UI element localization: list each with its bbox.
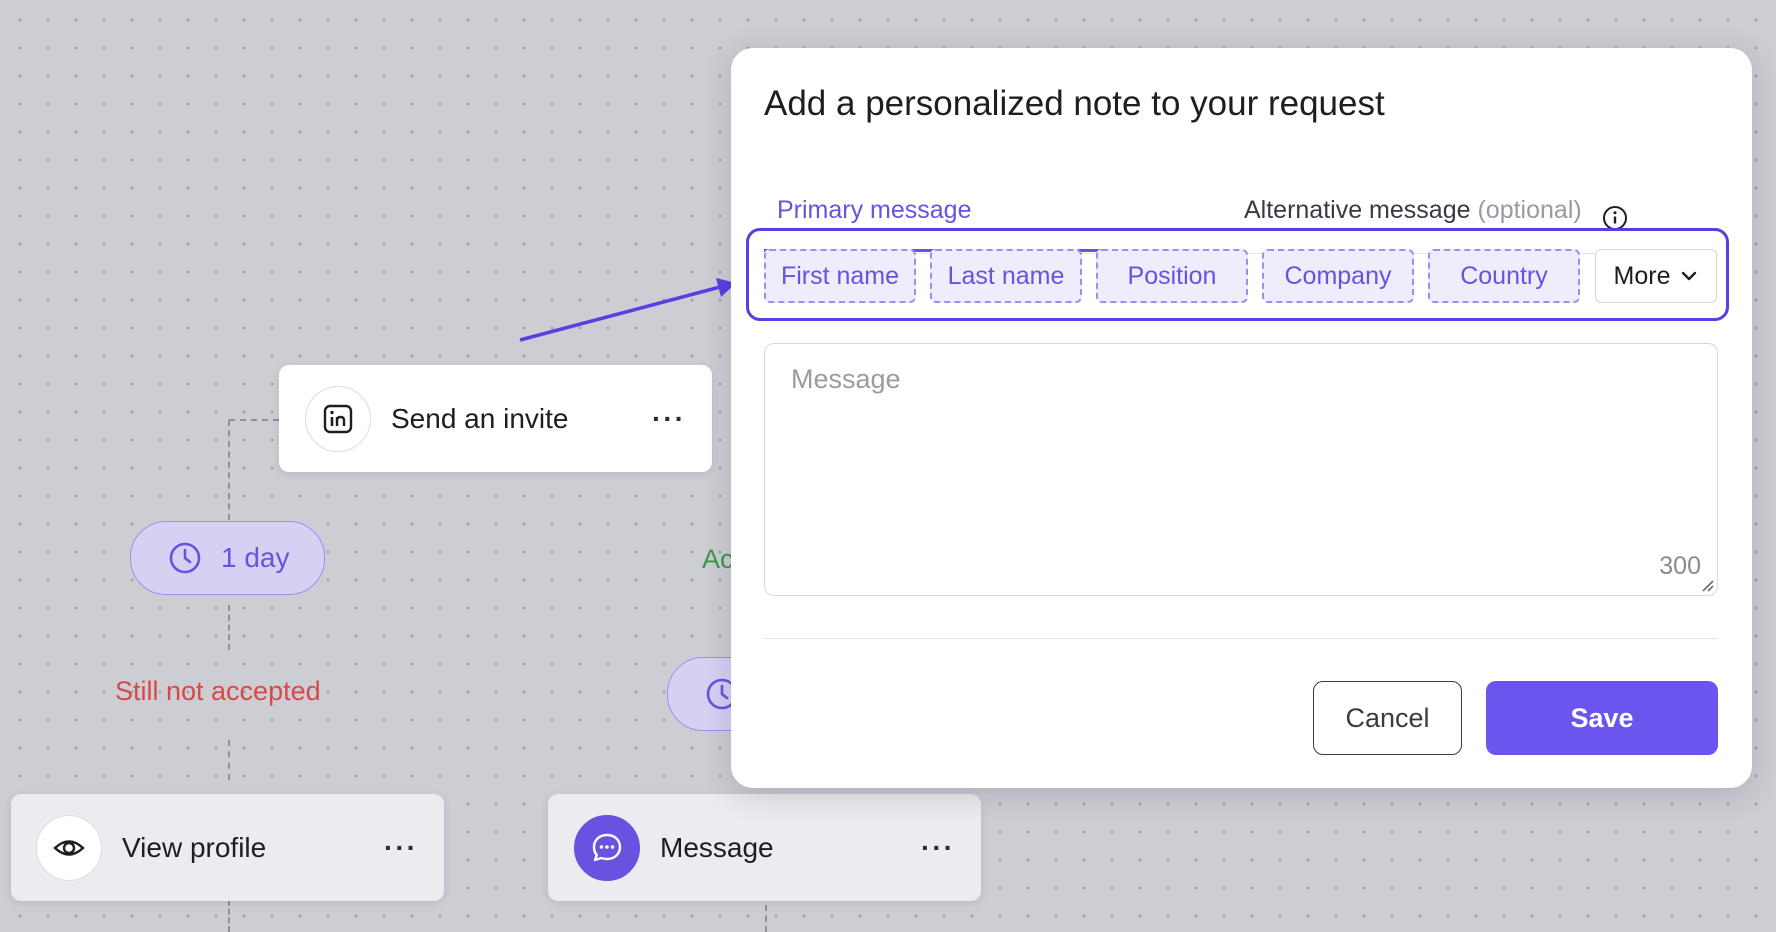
tab-alternative-optional: (optional) xyxy=(1477,196,1582,224)
tab-alternative-label: Alternative message xyxy=(1244,196,1471,224)
character-counter: 300 xyxy=(1659,552,1701,580)
variable-chips-bar: First name Last name Position Company Co… xyxy=(746,228,1729,321)
clock-icon xyxy=(169,542,201,574)
message-placeholder: Message xyxy=(791,364,901,394)
modal-title: Add a personalized note to your request xyxy=(764,84,1385,123)
more-label: More xyxy=(1613,261,1671,290)
connector xyxy=(229,419,279,421)
variable-chip-country[interactable]: Country xyxy=(1428,249,1580,303)
cancel-button[interactable]: Cancel xyxy=(1313,681,1462,755)
variable-chip-company[interactable]: Company xyxy=(1262,249,1414,303)
node-label: Message xyxy=(660,831,774,863)
resize-handle-icon[interactable] xyxy=(1700,578,1714,592)
linkedin-icon xyxy=(305,385,371,452)
connector xyxy=(228,420,230,520)
modal-divider xyxy=(764,638,1718,639)
chevron-down-icon xyxy=(1682,271,1697,281)
connector xyxy=(228,740,230,780)
variable-chip-position[interactable]: Position xyxy=(1096,249,1248,303)
flow-node-send-invite[interactable]: Send an invite ··· xyxy=(279,365,712,472)
connector xyxy=(228,605,230,650)
message-textarea[interactable]: Message 300 xyxy=(764,343,1718,596)
status-not-accepted: Still not accepted xyxy=(115,676,321,706)
node-label: View profile xyxy=(122,831,267,863)
node-label: Send an invite xyxy=(391,402,569,434)
connector xyxy=(765,905,767,932)
eye-icon xyxy=(36,814,102,881)
more-options-icon[interactable]: ··· xyxy=(384,832,418,864)
flow-node-view-profile[interactable]: View profile ··· xyxy=(11,794,444,901)
connector xyxy=(228,900,230,932)
personalized-note-modal: Add a personalized note to your request … xyxy=(731,48,1752,788)
delay-pill[interactable]: 1 day xyxy=(130,521,325,595)
flow-node-message[interactable]: Message ··· xyxy=(548,794,981,901)
variable-chip-last-name[interactable]: Last name xyxy=(930,249,1082,303)
delay-label: 1 day xyxy=(221,542,290,573)
variable-chip-first-name[interactable]: First name xyxy=(764,249,916,303)
more-options-icon[interactable]: ··· xyxy=(652,403,686,435)
more-variables-dropdown[interactable]: More xyxy=(1595,249,1717,303)
chat-bubble-icon xyxy=(574,814,640,881)
status-accepted: Ac xyxy=(702,544,734,574)
more-options-icon[interactable]: ··· xyxy=(921,832,955,864)
save-button[interactable]: Save xyxy=(1486,681,1718,755)
tab-alternative-message[interactable]: Alternative message (optional) xyxy=(1244,196,1582,225)
